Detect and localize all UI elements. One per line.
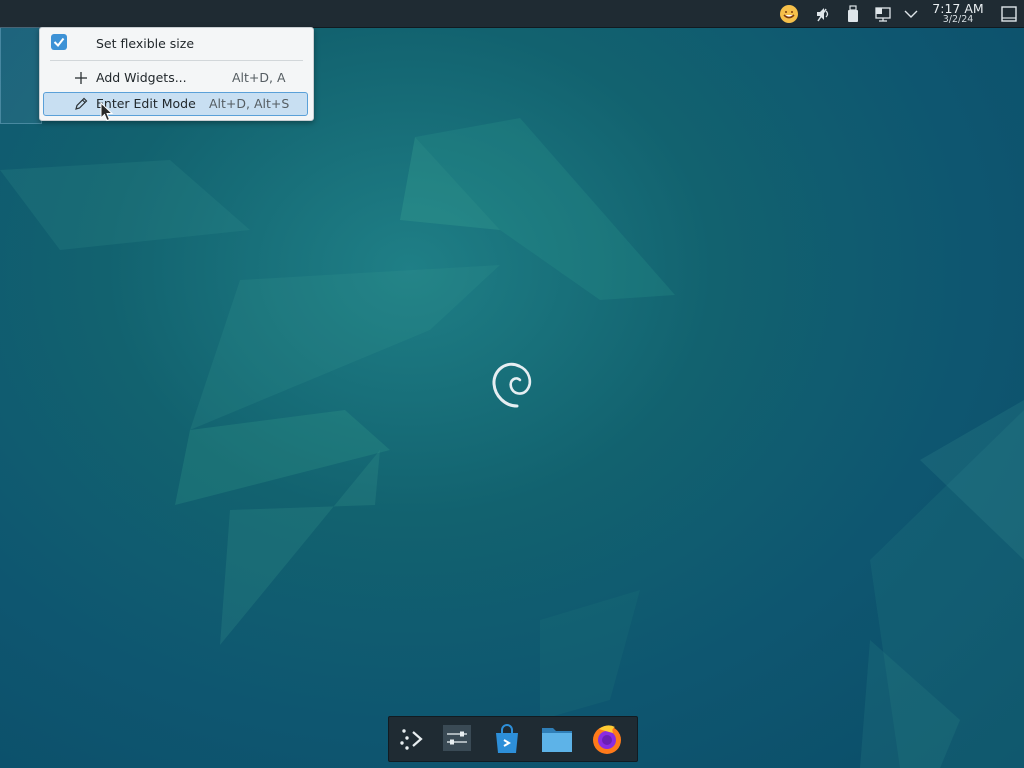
plus-icon	[75, 72, 87, 84]
bottom-dock	[388, 716, 638, 762]
network-icon[interactable]	[872, 0, 894, 27]
debian-logo-icon	[492, 362, 532, 408]
show-desktop-icon[interactable]	[998, 0, 1020, 27]
checkbox-icon[interactable]	[51, 34, 67, 50]
menu-item-set-flexible-size[interactable]: Set flexible size	[44, 32, 309, 56]
mouse-cursor-icon	[100, 102, 114, 122]
firefox-icon[interactable]	[589, 721, 625, 757]
speaker-muted-icon[interactable]	[812, 0, 834, 27]
file-manager-icon[interactable]	[539, 721, 575, 757]
usb-drive-icon[interactable]	[843, 0, 863, 27]
menu-separator	[50, 60, 303, 61]
emoji-icon[interactable]	[778, 0, 800, 27]
clock-date[interactable]: 3/2/24	[924, 14, 992, 25]
system-settings-icon[interactable]	[439, 721, 475, 757]
menu-item-enter-edit-mode[interactable]: Enter Edit Mode Alt+D, Alt+S	[43, 92, 308, 116]
menu-item-add-widgets[interactable]: Add Widgets... Alt+D, A	[44, 66, 309, 90]
menu-item-label: Set flexible size	[96, 36, 195, 51]
desktop[interactable]: 7:17 AM 3/2/24 Set flexible size Add Wid…	[0, 0, 1024, 768]
menu-item-label: Add Widgets...	[96, 70, 187, 85]
panel-highlight	[0, 27, 42, 124]
context-menu: Set flexible size Add Widgets... Alt+D, …	[39, 27, 314, 121]
chevron-down-icon[interactable]	[901, 0, 921, 27]
top-panel: 7:17 AM 3/2/24	[0, 0, 1024, 28]
pencil-icon	[75, 97, 88, 110]
app-launcher-icon[interactable]	[393, 721, 429, 757]
discover-store-icon[interactable]	[489, 721, 525, 757]
menu-item-shortcut: Alt+D, Alt+S	[209, 96, 290, 111]
menu-item-shortcut: Alt+D, A	[232, 70, 286, 85]
